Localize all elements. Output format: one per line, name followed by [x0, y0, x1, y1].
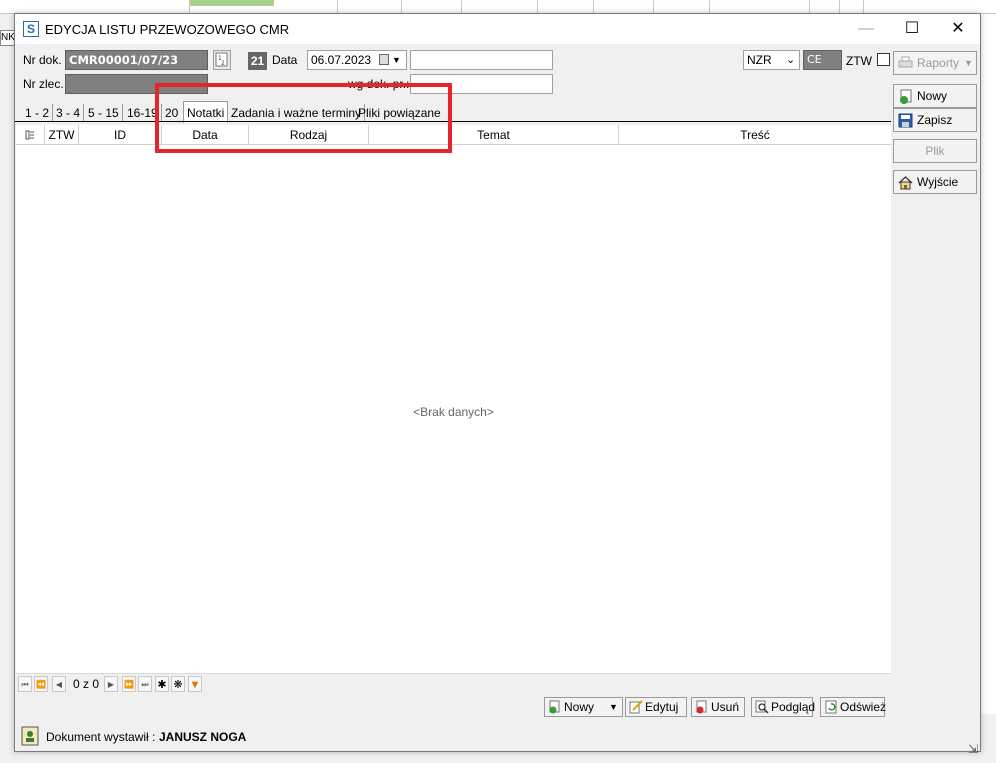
- grid-new-dropdown[interactable]: ▼: [605, 697, 623, 717]
- date-dropdown-icon[interactable]: ▼: [392, 51, 401, 69]
- home-icon: [898, 176, 913, 190]
- reports-dropdown-icon: ▼: [964, 58, 973, 68]
- save-button[interactable]: Zapisz: [893, 108, 977, 132]
- status-bar: Dokument wystawił : JANUSZ NOGA: [15, 723, 980, 751]
- date-value: 06.07.2023: [311, 53, 372, 67]
- tab-underline: [15, 121, 891, 122]
- refresh-icon: [825, 700, 837, 714]
- maximize-button[interactable]: ☐: [889, 14, 935, 44]
- ztw-label: ZTW: [846, 54, 872, 68]
- grid-header: ZTW ID Data Rodzaj Temat Treść: [16, 125, 891, 145]
- last-page-icon[interactable]: ⏭: [138, 676, 152, 692]
- resize-grip-icon[interactable]: ⇲: [968, 742, 978, 756]
- reports-label: Raporty: [917, 56, 960, 70]
- first-page-icon[interactable]: ⏮: [18, 676, 32, 692]
- app-icon: S: [23, 21, 39, 37]
- next-record-icon[interactable]: ▶: [104, 676, 118, 692]
- reports-button[interactable]: Raporty ▼: [893, 51, 977, 75]
- date-field[interactable]: 06.07.2023 ▼: [307, 50, 407, 70]
- new-document-icon: [900, 89, 912, 104]
- nzr-select[interactable]: NZR ⌄: [743, 50, 800, 70]
- grid-new-label: Nowy: [564, 700, 595, 714]
- record-navigator: ⏮ ⏪ ◀ 0 z 0 ▶ ⏩ ⏭ ✱ ❋ ▼: [16, 673, 891, 693]
- numbering-icon: 1 2: [215, 52, 228, 67]
- exit-button[interactable]: Wyjście: [893, 170, 977, 194]
- column-id[interactable]: ID: [79, 125, 162, 145]
- svg-text:2: 2: [221, 60, 225, 67]
- background-app-strip: [0, 0, 996, 14]
- column-ztw[interactable]: ZTW: [45, 125, 79, 145]
- save-label: Zapisz: [917, 113, 953, 127]
- exit-label: Wyjście: [917, 175, 959, 189]
- author-label: Dokument wystawił :: [46, 730, 156, 744]
- filter-icon[interactable]: ▼: [188, 676, 202, 692]
- side-new-button[interactable]: Nowy: [893, 84, 977, 108]
- refresh-button[interactable]: Odśwież: [820, 697, 887, 717]
- data-label: Data: [272, 53, 298, 67]
- chevron-down-icon: ⌄: [786, 54, 796, 66]
- window-title: EDYCJA LISTU PRZEWOZOWEGO CMR: [45, 22, 290, 37]
- column-chooser-icon[interactable]: [16, 125, 45, 145]
- refresh-label: Odśwież: [840, 700, 887, 714]
- tab-3-4[interactable]: 3 - 4: [53, 104, 85, 122]
- document-author-icon: [21, 726, 39, 746]
- nr-dok-label: Nr dok.: [23, 53, 62, 67]
- minimize-button[interactable]: —: [843, 14, 889, 44]
- column-tresc[interactable]: Treść: [619, 125, 891, 145]
- preview-icon: [755, 700, 769, 714]
- nzr-value: NZR: [747, 53, 772, 67]
- preview-label: Podgląd: [771, 700, 816, 714]
- tab-5-15[interactable]: 5 - 15: [85, 104, 123, 122]
- ztw-checkbox[interactable]: [877, 53, 890, 66]
- author-name: JANUSZ NOGA: [159, 730, 247, 744]
- insert-record-icon[interactable]: ✱: [155, 676, 169, 692]
- ce-field[interactable]: CE: [803, 50, 842, 70]
- dropdown-arrow-icon: ▼: [609, 702, 618, 712]
- numbering-button[interactable]: 1 2: [213, 50, 231, 70]
- file-button[interactable]: Plik: [893, 139, 977, 163]
- prev-page-icon[interactable]: ⏪: [34, 676, 48, 692]
- extra-field[interactable]: [410, 50, 553, 70]
- reports-icon: [898, 56, 913, 68]
- file-label: Plik: [925, 144, 945, 158]
- delete-icon: [696, 700, 707, 714]
- edit-button[interactable]: Edytuj: [625, 697, 687, 717]
- preview-button[interactable]: Podgląd: [751, 697, 816, 717]
- calendar-day-badge: 21: [248, 52, 267, 70]
- record-position: 0 z 0: [73, 677, 100, 691]
- calendar-icon[interactable]: [379, 54, 389, 65]
- edit-icon: [629, 700, 643, 714]
- delete-button[interactable]: Usuń: [691, 697, 745, 717]
- empty-grid-message: <Brak danych>: [413, 405, 494, 419]
- close-button[interactable]: ✕: [935, 14, 981, 44]
- delete-label: Usuń: [711, 700, 740, 714]
- append-record-icon[interactable]: ❋: [171, 676, 185, 692]
- new-note-icon: [549, 700, 560, 714]
- edit-label: Edytuj: [645, 700, 679, 714]
- floppy-disk-icon: [898, 113, 913, 128]
- title-bar: S EDYCJA LISTU PRZEWOZOWEGO CMR — ☐ ✕: [15, 14, 980, 44]
- background-green-cell: [190, 0, 274, 6]
- notes-grid[interactable]: ZTW ID Data Rodzaj Temat Treść <Brak dan…: [16, 125, 891, 685]
- nr-dok-field[interactable]: CMR00001/07/23: [65, 50, 208, 70]
- side-new-label: Nowy: [917, 89, 948, 103]
- tab-1-2[interactable]: 1 - 2: [22, 104, 54, 122]
- nr-zlec-label: Nr zlec.: [23, 77, 64, 91]
- prev-record-icon[interactable]: ◀: [52, 676, 66, 692]
- next-page-icon[interactable]: ⏩: [122, 676, 136, 692]
- highlight-box: [155, 83, 452, 153]
